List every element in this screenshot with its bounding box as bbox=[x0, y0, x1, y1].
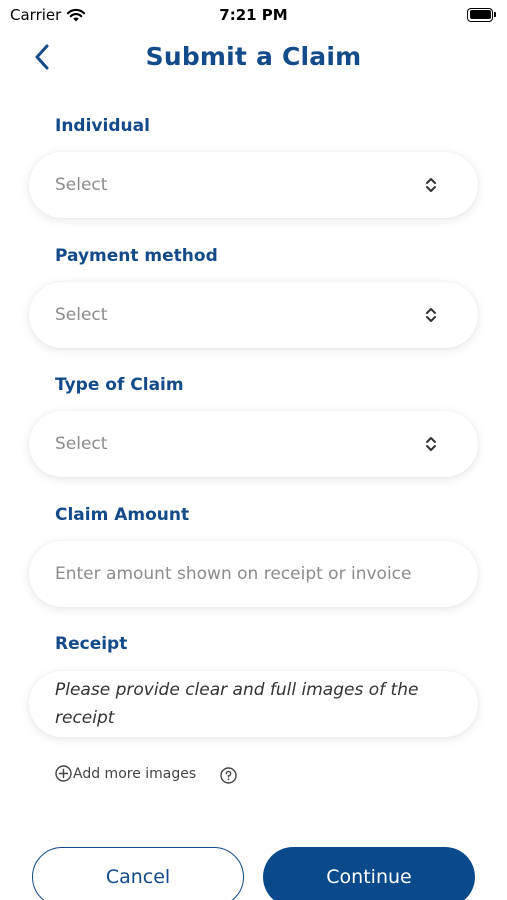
receipt-hint: Please provide clear and full images of … bbox=[55, 680, 419, 728]
receipt-label: Receipt bbox=[55, 634, 128, 654]
chevron-up-down-icon bbox=[426, 437, 436, 451]
add-images-label: Add more images bbox=[73, 765, 197, 782]
individual-value: Select bbox=[55, 175, 108, 195]
claim-type-value: Select bbox=[55, 434, 108, 454]
cancel-button[interactable]: Cancel bbox=[32, 847, 244, 900]
claim-amount-input[interactable]: Enter amount shown on receipt or invoice bbox=[29, 541, 478, 607]
chevron-up-down-icon bbox=[426, 308, 436, 322]
receipt-upload[interactable]: Please provide clear and full images of … bbox=[29, 671, 478, 737]
submit-claim-screen: Carrier 7:21 PM Submit a Claim Individua… bbox=[0, 0, 507, 900]
page-title: Submit a Claim bbox=[145, 42, 362, 71]
continue-button[interactable]: Continue bbox=[263, 847, 475, 900]
claim-amount-placeholder: Enter amount shown on receipt or invoice bbox=[55, 564, 412, 584]
payment-method-value: Select bbox=[55, 305, 108, 325]
plus-circle-icon bbox=[55, 765, 72, 782]
payment-method-select[interactable]: Select bbox=[29, 282, 478, 348]
claim-amount-label: Claim Amount bbox=[55, 505, 190, 525]
chevron-up-down-icon bbox=[426, 178, 436, 192]
battery-icon bbox=[467, 7, 497, 22]
clock: 7:21 PM bbox=[219, 6, 288, 24]
claim-type-select[interactable]: Select bbox=[29, 411, 478, 477]
individual-label: Individual bbox=[55, 116, 150, 136]
nav-header: Submit a Claim bbox=[0, 34, 507, 80]
add-images-button[interactable]: Add more images bbox=[55, 765, 196, 782]
individual-select[interactable]: Select bbox=[29, 152, 478, 218]
help-icon[interactable] bbox=[220, 767, 237, 784]
status-bar: Carrier 7:21 PM bbox=[0, 0, 507, 30]
claim-type-label: Type of Claim bbox=[55, 375, 184, 395]
payment-method-label: Payment method bbox=[55, 246, 218, 266]
